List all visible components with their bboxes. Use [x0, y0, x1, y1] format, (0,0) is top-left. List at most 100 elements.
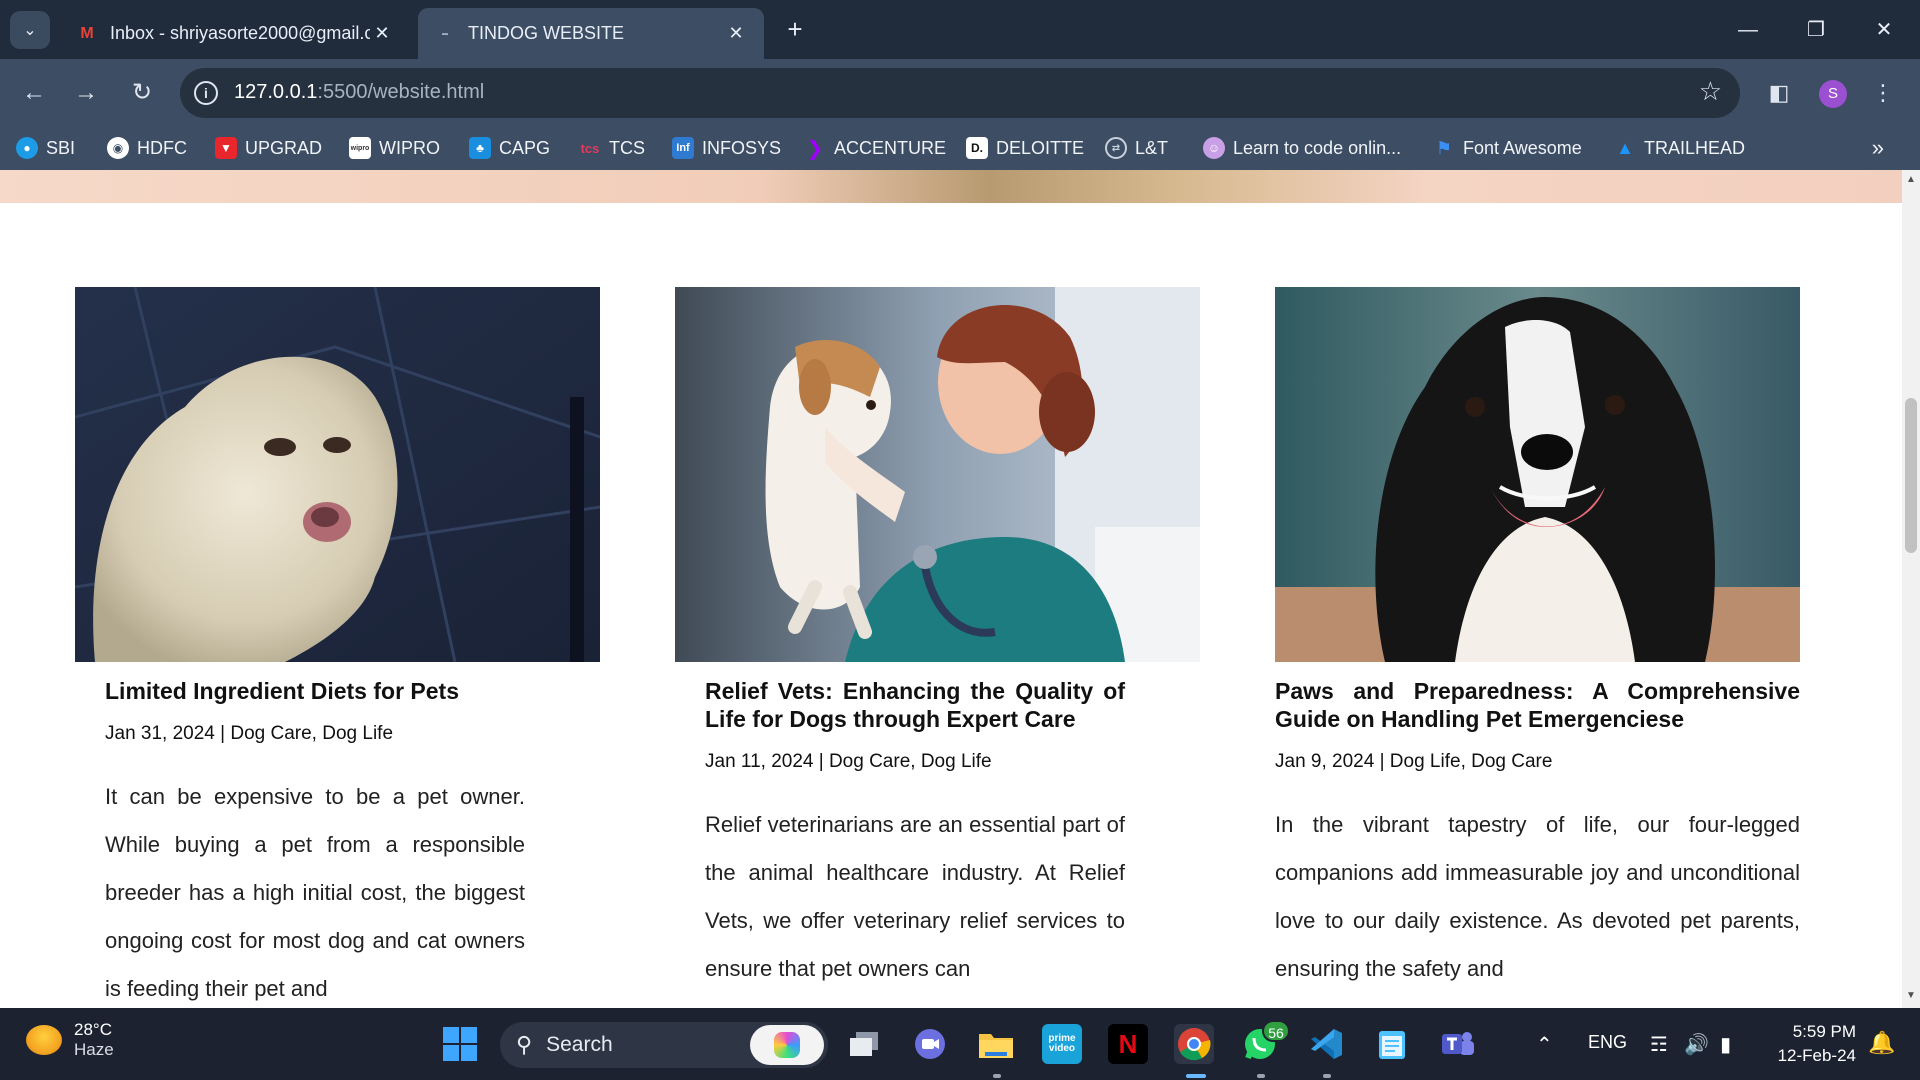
blog-title[interactable]: Paws and Preparedness: A Comprehensive G… — [1275, 677, 1800, 733]
scroll-up-arrow-icon[interactable]: ▲ — [1902, 174, 1920, 188]
vscode-icon[interactable] — [1306, 1024, 1346, 1064]
chrome-icon[interactable] — [1174, 1024, 1214, 1064]
blog-excerpt: Relief veterinarians are an essential pa… — [705, 812, 1125, 981]
bookmark-hdfc[interactable]: ◉ HDFC — [107, 135, 187, 161]
tcs-icon: tcs — [580, 140, 600, 156]
accenture-icon: ❯ — [806, 137, 824, 160]
close-icon[interactable]: ✕ — [370, 23, 394, 44]
tab-title: Inbox - shriyasorte2000@gmail.com — [110, 23, 370, 43]
bookmark-label: UPGRAD — [245, 137, 323, 158]
forward-button[interactable]: → — [66, 73, 106, 113]
task-view-icon[interactable] — [844, 1024, 884, 1064]
running-indicator — [1257, 1074, 1265, 1078]
bookmark-sbi[interactable]: ● SBI — [16, 135, 75, 161]
lt-icon: ⇄ — [1105, 137, 1127, 159]
clock-date: 12-Feb-24 — [1777, 1046, 1856, 1065]
capgemini-icon: ♣ — [469, 137, 491, 159]
bookmark-infosys[interactable]: Inf INFOSYS — [672, 135, 781, 161]
blog-image-vet-puppy[interactable] — [675, 287, 1200, 662]
site-info-icon[interactable]: i — [194, 81, 218, 105]
volume-icon[interactable]: 🔊 — [1684, 1032, 1709, 1057]
bookmark-lt[interactable]: ⇄ L&T — [1105, 135, 1168, 161]
blog-card[interactable]: Paws and Preparedness: A Comprehensive G… — [1275, 287, 1800, 981]
page-scrollbar[interactable]: ▲ ▼ — [1902, 170, 1920, 1008]
bookmark-trailhead[interactable]: ▲ TRAILHEAD — [1614, 135, 1745, 161]
url-host: 127.0.0.1 — [234, 81, 318, 103]
bookmark-label: INFOSYS — [702, 137, 782, 158]
back-button[interactable]: ← — [14, 73, 54, 113]
bookmark-deloitte[interactable]: D. DELOITTE — [966, 135, 1084, 161]
bookmark-label: ACCENTURE — [834, 137, 947, 158]
globe-icon: ◉ — [107, 137, 129, 159]
minimize-button[interactable]: — — [1728, 10, 1768, 50]
weather-condition: Haze — [74, 1040, 114, 1059]
infosys-icon: Inf — [672, 137, 694, 159]
tab-search-button[interactable]: ⌄ — [10, 11, 50, 49]
windows-start-icon[interactable] — [440, 1024, 480, 1064]
close-icon[interactable]: ✕ — [724, 23, 748, 44]
weather-widget[interactable]: 28°C Haze — [26, 1020, 114, 1060]
tab-title: TINDOG WEBSITE — [468, 23, 625, 43]
url-text[interactable]: 127.0.0.1:5500/website.html — [234, 81, 484, 104]
netflix-icon[interactable]: N — [1108, 1024, 1148, 1064]
tab-inbox[interactable]: M Inbox - shriyasorte2000@gmail.com ✕ — [60, 8, 410, 59]
notification-bell-icon[interactable]: 🔔 — [1868, 1030, 1895, 1056]
copilot-icon[interactable] — [750, 1025, 824, 1065]
bookmark-label: SBI — [46, 137, 76, 158]
system-clock[interactable]: 5:59 PM 12-Feb-24 — [1770, 1020, 1856, 1068]
more-bookmarks-icon[interactable]: » — [1872, 135, 1884, 161]
blog-card[interactable]: Limited Ingredient Diets for Pets Jan 31… — [75, 287, 600, 1001]
restore-button[interactable]: ❐ — [1796, 10, 1836, 50]
blog-image-white-dog[interactable] — [75, 287, 600, 662]
bookmark-star-icon[interactable]: ☆ — [1699, 76, 1722, 107]
prime-video-icon[interactable]: prime video — [1042, 1024, 1082, 1064]
taskbar-search-box[interactable]: ⚲ Search — [500, 1022, 828, 1068]
bookmark-label: CAPG — [499, 137, 551, 158]
blog-card[interactable]: Relief Vets: Enhancing the Quality of Li… — [675, 287, 1200, 981]
blog-meta: Jan 9, 2024 | Dog Life, Dog Care — [1275, 751, 1553, 772]
tab-tindog[interactable]: ▬ TINDOG WEBSITE ✕ — [418, 8, 764, 59]
meet-chat-icon[interactable] — [910, 1024, 950, 1064]
chevron-up-icon[interactable]: ⌃ — [1536, 1032, 1553, 1057]
bookmark-accenture[interactable]: ❯ ACCENTURE — [804, 135, 946, 161]
scroll-down-arrow-icon[interactable]: ▼ — [1902, 990, 1920, 1004]
file-explorer-icon[interactable] — [976, 1024, 1016, 1064]
page-viewport: Limited Ingredient Diets for Pets Jan 31… — [0, 170, 1902, 1008]
running-indicator — [1323, 1074, 1331, 1078]
new-tab-button[interactable]: + — [780, 14, 810, 44]
close-window-button[interactable]: ✕ — [1864, 10, 1904, 50]
bookmark-wipro[interactable]: wipro WIPRO — [349, 135, 440, 161]
bookmark-label: DELOITTE — [996, 137, 1085, 158]
teams-icon[interactable] — [1438, 1024, 1478, 1064]
bookmark-tcs[interactable]: tcs TCS — [579, 135, 645, 161]
kebab-menu-icon[interactable]: ⋮ — [1864, 74, 1902, 112]
side-panel-icon[interactable]: ◧ — [1760, 74, 1798, 112]
scroll-thumb[interactable] — [1905, 398, 1917, 553]
battery-icon[interactable]: ▮ — [1720, 1032, 1731, 1057]
vet-with-puppy-photo — [675, 287, 1200, 662]
bookmark-learn-to-code[interactable]: ☺ Learn to code onlin... — [1203, 135, 1401, 161]
hero-image-bottom — [0, 170, 1902, 203]
bookmark-label: WIPRO — [379, 137, 440, 158]
wipro-icon: wipro — [349, 137, 371, 159]
trailhead-icon: ▲ — [1616, 137, 1634, 158]
blog-title[interactable]: Limited Ingredient Diets for Pets — [105, 677, 570, 705]
search-placeholder: Search — [546, 1033, 613, 1056]
blog-title[interactable]: Relief Vets: Enhancing the Quality of Li… — [705, 677, 1125, 733]
active-indicator — [1186, 1074, 1206, 1078]
address-bar[interactable]: i 127.0.0.1:5500/website.html ☆ — [180, 68, 1740, 118]
chevron-down-icon: ⌄ — [23, 22, 37, 39]
deloitte-icon: D. — [966, 137, 988, 159]
wifi-icon[interactable]: ☶ — [1650, 1032, 1668, 1057]
profile-avatar[interactable]: S — [1819, 80, 1847, 108]
bookmark-font-awesome[interactable]: ⚑ Font Awesome — [1433, 135, 1582, 161]
bookmark-capg[interactable]: ♣ CAPG — [469, 135, 550, 161]
whatsapp-unread-badge: 56 — [1262, 1020, 1290, 1042]
bookmark-upgrad[interactable]: ▼ UPGRAD — [215, 135, 322, 161]
blog-excerpt: It can be expensive to be a pet owner. W… — [105, 784, 525, 1001]
running-indicator — [993, 1074, 1001, 1078]
reload-button[interactable]: ↻ — [122, 73, 162, 113]
blog-image-border-collie[interactable] — [1275, 287, 1800, 662]
language-indicator[interactable]: ENG — [1588, 1032, 1627, 1053]
notepad-icon[interactable] — [1372, 1024, 1412, 1064]
